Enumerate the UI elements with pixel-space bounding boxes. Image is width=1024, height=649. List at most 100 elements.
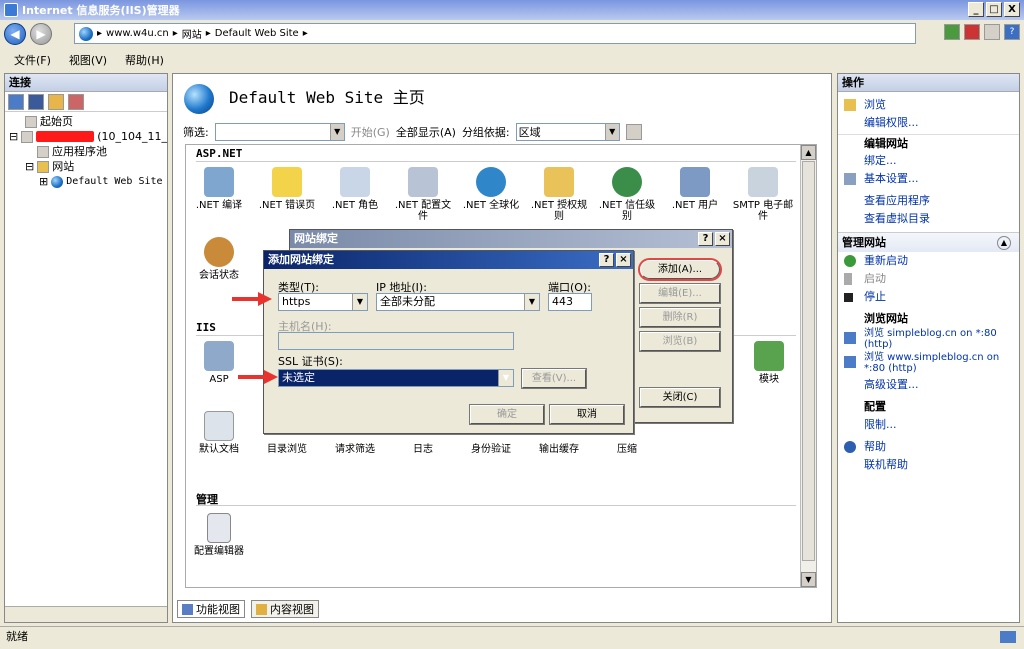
tab-features-view[interactable]: 功能视图 <box>177 600 245 618</box>
help-icon[interactable]: ? <box>1004 24 1020 40</box>
breadcrumb-server[interactable]: www.w4u.cn <box>106 28 169 39</box>
feature-net-profile[interactable]: .NET 配置文件 <box>390 167 456 222</box>
action-basic-settings[interactable]: 基本设置... <box>838 170 1019 188</box>
collapse-icon[interactable]: ⊟ <box>25 159 34 174</box>
cancel-button[interactable]: 取消 <box>549 404 625 425</box>
scroll-down-icon[interactable]: ▼ <box>801 572 816 587</box>
breadcrumb-sites[interactable]: 网站 <box>182 26 202 41</box>
action-online-help[interactable]: 联机帮助 <box>838 456 1019 474</box>
section-iis: IIS <box>196 321 216 334</box>
edit-binding-button: 编辑(E)... <box>639 283 721 304</box>
action-browse[interactable]: 浏览 <box>838 96 1019 114</box>
show-all-button[interactable]: 全部显示(A) <box>396 124 456 140</box>
action-bindings[interactable]: 绑定... <box>838 152 1019 170</box>
address-breadcrumb[interactable]: ▸ www.w4u.cn ▸ 网站 ▸ Default Web Site ▸ <box>74 23 916 44</box>
feature-smtp-email[interactable]: SMTP 电子邮件 <box>730 167 796 222</box>
site-bindings-help-button[interactable]: ? <box>698 232 713 246</box>
collapse-chevron-icon[interactable]: ▲ <box>997 236 1011 250</box>
feature-net-authorization[interactable]: .NET 授权规则 <box>526 167 592 222</box>
feature-configuration-editor[interactable]: 配置编辑器 <box>186 513 252 557</box>
action-help[interactable]: 帮助 <box>838 438 1019 456</box>
iis-app-icon <box>4 3 18 17</box>
page-title: Default Web Site 主页 <box>229 88 425 107</box>
feature-session-state[interactable]: 会话状态 <box>186 237 252 281</box>
view-mode-icon[interactable] <box>625 124 642 140</box>
tab-content-view[interactable]: 内容视图 <box>251 600 319 618</box>
section-aspnet: ASP.NET <box>196 147 243 160</box>
close-bindings-button[interactable]: 关闭(C) <box>639 387 721 408</box>
forward-button[interactable]: ▶ <box>30 23 52 45</box>
site-bindings-close-button[interactable]: × <box>715 232 730 246</box>
window-titlebar: Internet 信息服务(IIS)管理器 _ □ X <box>0 0 1024 20</box>
menu-view[interactable]: 视图(V) <box>69 52 107 68</box>
menu-help[interactable]: 帮助(H) <box>125 52 164 68</box>
action-restart[interactable]: 重新启动 <box>838 252 1019 270</box>
feature-net-roles[interactable]: .NET 角色 <box>322 167 388 211</box>
tree-item-start[interactable]: 起始页 <box>9 114 167 129</box>
tree-item-default-site[interactable]: ⊞ Default Web Site <box>9 174 167 189</box>
scroll-up-icon[interactable]: ▲ <box>801 145 816 160</box>
stop-square-icon <box>844 293 853 302</box>
action-advanced-settings[interactable]: 高级设置... <box>838 376 1019 394</box>
action-browse-simpleblog[interactable]: 浏览 simpleblog.cn on *:80 (http) <box>838 328 1019 352</box>
refresh-icon[interactable] <box>944 24 960 40</box>
feature-default-document[interactable]: 默认文档 <box>186 411 252 455</box>
connect-icon[interactable] <box>8 93 24 110</box>
feature-net-users[interactable]: .NET 用户 <box>662 167 728 211</box>
start-filter-button[interactable]: 开始(G) <box>351 124 390 140</box>
action-limits[interactable]: 限制... <box>838 416 1019 434</box>
save-icon[interactable] <box>28 93 44 110</box>
action-view-applications[interactable]: 查看应用程序 <box>838 192 1019 210</box>
filter-label: 筛选: <box>183 126 209 139</box>
restart-icon <box>844 255 856 267</box>
feature-modules[interactable]: 模块 <box>736 341 802 385</box>
browse-site-header: 浏览网站 <box>864 312 908 325</box>
back-button[interactable]: ◀ <box>4 23 26 45</box>
feature-net-compilation[interactable]: .NET 编译 <box>186 167 252 211</box>
tree-item-app-pools[interactable]: 应用程序池 <box>9 144 167 159</box>
site-home-globe-icon <box>184 84 214 114</box>
menu-file[interactable]: 文件(F) <box>14 52 51 68</box>
breadcrumb-site[interactable]: Default Web Site <box>215 28 299 39</box>
group-by-select[interactable]: 区域 ▼ <box>515 123 620 141</box>
connections-hscrollbar[interactable] <box>5 606 167 622</box>
collapse-icon[interactable]: ⊟ <box>9 129 18 144</box>
minimize-button[interactable]: _ <box>968 2 984 17</box>
group-by-label: 分组依据: <box>461 126 510 139</box>
feature-net-trust-levels[interactable]: .NET 信任级别 <box>594 167 660 222</box>
add-binding-help-button[interactable]: ? <box>599 253 614 267</box>
action-view-virtual-dirs[interactable]: 查看虚拟目录 <box>838 210 1019 228</box>
ip-address-select[interactable]: 全部未分配 ▼ <box>376 293 540 311</box>
configure-header: 配置 <box>864 400 886 413</box>
feature-net-error-pages[interactable]: .NET 错误页 <box>254 167 320 211</box>
actions-pane: 操作 浏览 编辑权限... 编辑网站 绑定... 基本设置... 查看应用程序 … <box>837 73 1020 623</box>
filter-input[interactable]: ▼ <box>214 123 345 141</box>
features-vscrollbar[interactable]: ▲ ▼ <box>800 145 816 587</box>
maximize-button[interactable]: □ <box>986 2 1002 17</box>
feature-net-globalization[interactable]: .NET 全球化 <box>458 167 524 211</box>
browse-binding-button: 浏览(B) <box>639 331 721 352</box>
type-select[interactable]: https ▼ <box>278 293 368 311</box>
settings-icon <box>844 173 856 185</box>
ssl-cert-select[interactable]: 未选定 ▼ <box>278 369 514 387</box>
add-binding-button[interactable]: 添加(A)... <box>638 258 722 281</box>
tree-item-sites[interactable]: ⊟ 网站 <box>9 159 167 174</box>
manage-site-group[interactable]: 管理网站 ▲ <box>838 232 1019 252</box>
action-browse-www-simpleblog[interactable]: 浏览 www.simpleblog.cn on *:80 (http) <box>838 352 1019 376</box>
expand-icon[interactable]: ⊞ <box>39 174 48 189</box>
scroll-thumb[interactable] <box>802 161 815 561</box>
annotation-arrow-type <box>232 292 272 306</box>
server-icon <box>21 130 33 143</box>
tree-item-server[interactable]: ⊟ (10_104_11_ <box>9 129 167 144</box>
port-input[interactable]: 443 <box>548 293 592 311</box>
disconnect-icon[interactable] <box>68 93 84 110</box>
up-icon[interactable] <box>48 93 64 110</box>
browse-site-icon <box>844 356 856 368</box>
stop-icon[interactable] <box>964 24 980 40</box>
add-binding-close-button[interactable]: × <box>616 253 631 267</box>
action-edit-permissions[interactable]: 编辑权限... <box>838 114 1019 132</box>
home-icon[interactable] <box>984 24 1000 40</box>
redacted-server-name <box>35 131 95 142</box>
close-button[interactable]: X <box>1004 2 1020 17</box>
action-stop[interactable]: 停止 <box>838 288 1019 306</box>
